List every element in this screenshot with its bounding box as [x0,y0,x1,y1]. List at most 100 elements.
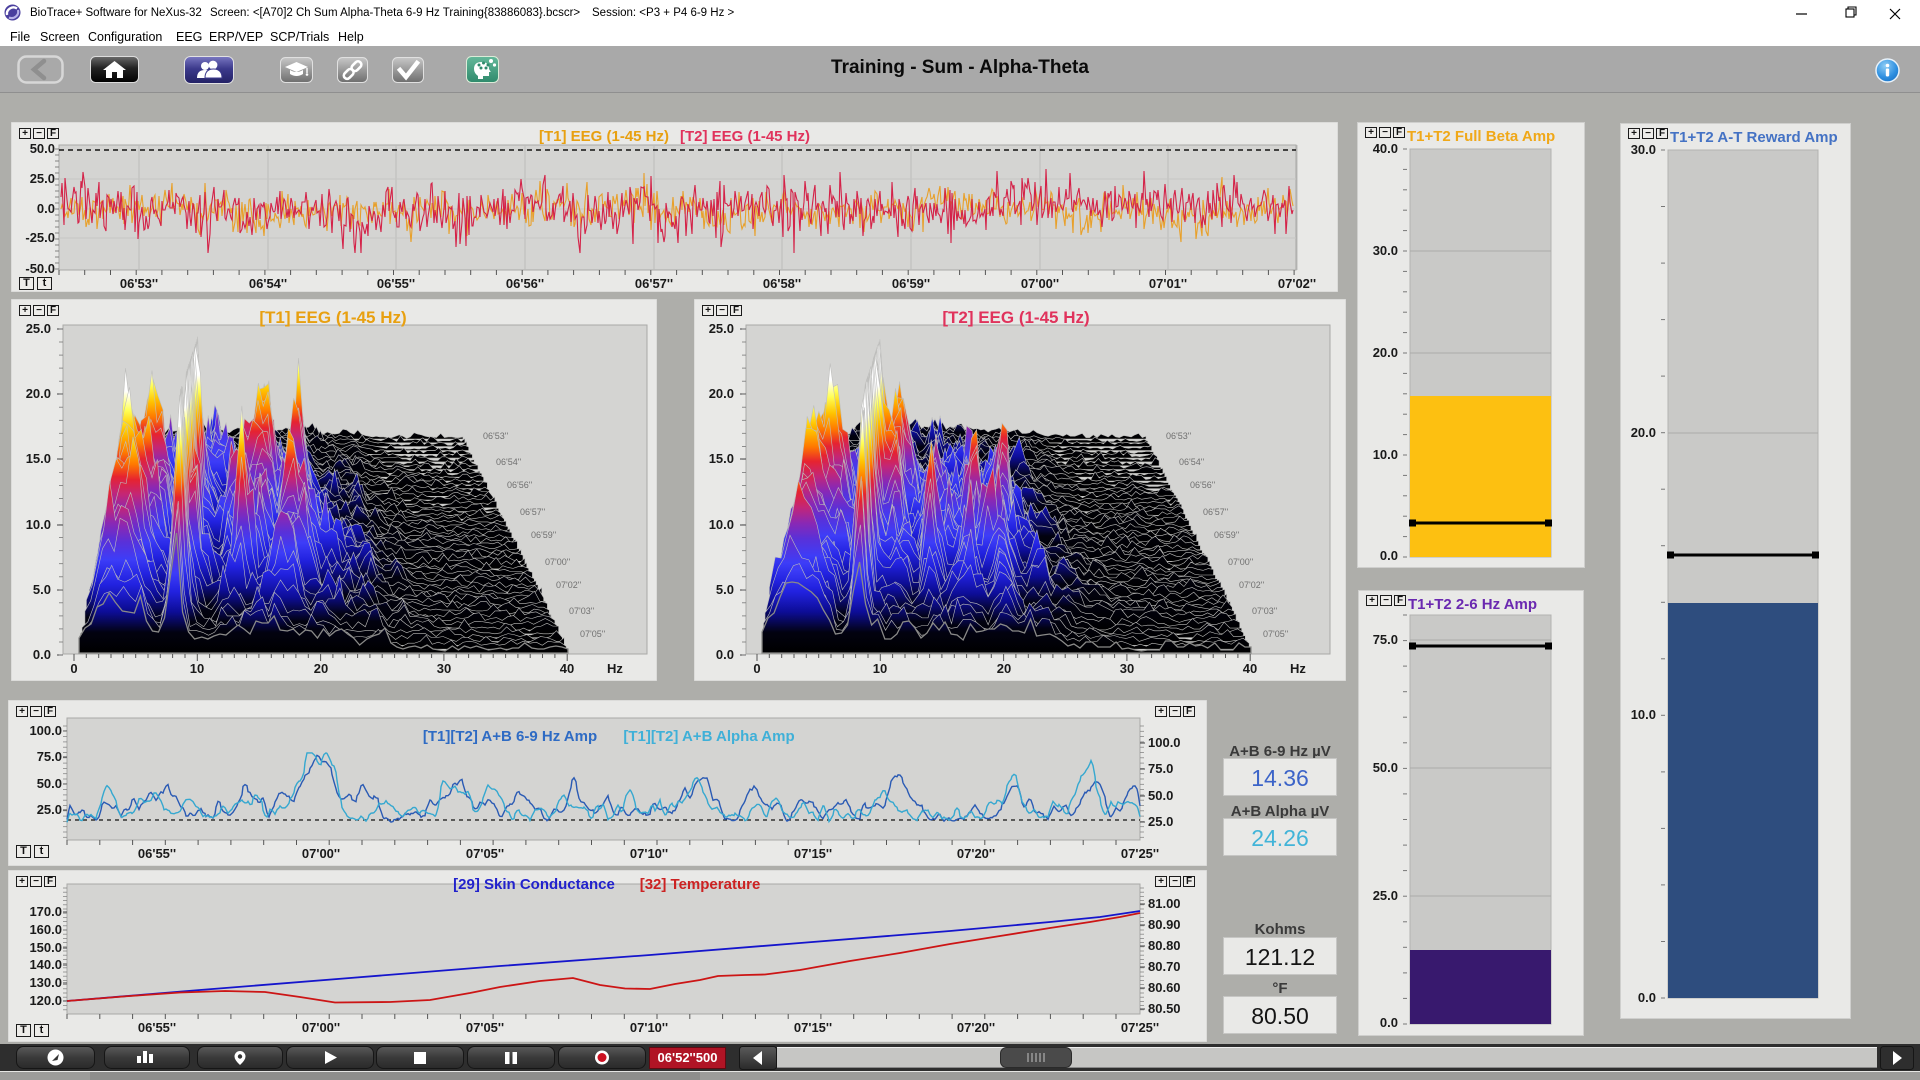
svg-text:Hz: Hz [607,661,623,676]
svg-text:06'59'': 06'59'' [892,276,930,291]
svg-text:[32] Temperature: [32] Temperature [640,876,761,893]
svg-text:06'55'': 06'55'' [377,276,415,291]
svg-text:06'56'': 06'56'' [507,480,532,490]
svg-text:15.0: 15.0 [26,451,51,466]
svg-text:10.0: 10.0 [1373,447,1398,462]
svg-text:50.0: 50.0 [30,141,55,156]
svg-text:Hz: Hz [1290,661,1306,676]
svg-text:20.0: 20.0 [1631,425,1656,440]
svg-text:07'05'': 07'05'' [1263,629,1288,639]
svg-text:20: 20 [314,661,328,676]
svg-text:170.0: 170.0 [29,904,62,919]
svg-text:20.0: 20.0 [709,386,734,401]
svg-text:07'00'': 07'00'' [1021,276,1059,291]
svg-text:20.0: 20.0 [1373,345,1398,360]
svg-text:30: 30 [1120,661,1134,676]
svg-text:80.70: 80.70 [1148,959,1181,974]
svg-text:130.0: 130.0 [29,975,62,990]
svg-text:15.0: 15.0 [709,451,734,466]
svg-text:07'03'': 07'03'' [569,606,594,616]
svg-text:160.0: 160.0 [29,922,62,937]
svg-text:30: 30 [437,661,451,676]
svg-text:07'00'': 07'00'' [302,1020,340,1035]
svg-text:25.0: 25.0 [1373,888,1398,903]
svg-text:07'02'': 07'02'' [1278,276,1316,291]
svg-text:06'53'': 06'53'' [120,276,158,291]
svg-text:10: 10 [873,661,887,676]
svg-text:100.0: 100.0 [1148,735,1181,750]
svg-text:06'54'': 06'54'' [1179,457,1204,467]
svg-text:0.0: 0.0 [1638,990,1656,1005]
svg-text:07'02'': 07'02'' [556,580,581,590]
svg-text:07'25'': 07'25'' [1121,1020,1159,1035]
svg-text:25.0: 25.0 [26,321,51,336]
svg-text:06'55'': 06'55'' [138,846,176,861]
svg-text:25.0: 25.0 [709,321,734,336]
svg-text:100.0: 100.0 [29,723,62,738]
svg-text:80.90: 80.90 [1148,917,1181,932]
svg-text:07'05'': 07'05'' [580,629,605,639]
svg-text:0.0: 0.0 [1380,1015,1398,1030]
svg-text:[T2] EEG (1-45 Hz): [T2] EEG (1-45 Hz) [942,308,1089,327]
svg-text:0: 0 [753,661,760,676]
svg-text:40.0: 40.0 [1373,141,1398,156]
svg-text:07'15'': 07'15'' [794,1020,832,1035]
svg-text:20: 20 [997,661,1011,676]
svg-text:07'25'': 07'25'' [1121,846,1159,861]
svg-text:0.0: 0.0 [33,647,51,662]
svg-text:07'01'': 07'01'' [1149,276,1187,291]
svg-text:50.0: 50.0 [1373,760,1398,775]
svg-text:07'20'': 07'20'' [957,1020,995,1035]
svg-text:10.0: 10.0 [709,517,734,532]
svg-text:06'57'': 06'57'' [1203,507,1228,517]
svg-text:30.0: 30.0 [1373,243,1398,258]
svg-text:06'54'': 06'54'' [496,457,521,467]
svg-text:80.60: 80.60 [1148,980,1181,995]
svg-text:75.0: 75.0 [1148,761,1173,776]
svg-text:07'00'': 07'00'' [1228,557,1253,567]
svg-text:75.0: 75.0 [1373,632,1398,647]
svg-text:120.0: 120.0 [29,993,62,1008]
svg-text:06'59'': 06'59'' [531,530,556,540]
svg-text:07'10'': 07'10'' [630,1020,668,1035]
svg-text:25.0: 25.0 [30,171,55,186]
svg-text:50.0: 50.0 [37,776,62,791]
svg-text:[T1] EEG (1-45 Hz): [T1] EEG (1-45 Hz) [259,308,406,327]
svg-text:07'05'': 07'05'' [466,846,504,861]
svg-text:5.0: 5.0 [33,582,51,597]
svg-text:06'54'': 06'54'' [249,276,287,291]
svg-text:5.0: 5.0 [716,582,734,597]
svg-text:06'58'': 06'58'' [763,276,801,291]
svg-text:06'56'': 06'56'' [506,276,544,291]
svg-text:50.0: 50.0 [1148,788,1173,803]
svg-text:[T2] EEG (1-45 Hz): [T2] EEG (1-45 Hz) [680,128,810,145]
svg-text:06'53'': 06'53'' [1166,431,1191,441]
svg-text:[29] Skin Conductance: [29] Skin Conductance [453,876,615,893]
svg-text:0.0: 0.0 [1380,548,1398,563]
svg-text:150.0: 150.0 [29,940,62,955]
svg-text:10: 10 [190,661,204,676]
svg-text:25.0: 25.0 [37,802,62,817]
svg-text:07'02'': 07'02'' [1239,580,1264,590]
svg-text:07'05'': 07'05'' [466,1020,504,1035]
svg-text:07'20'': 07'20'' [957,846,995,861]
svg-text:-25.0: -25.0 [25,230,55,245]
svg-text:07'03'': 07'03'' [1252,606,1277,616]
svg-text:06'57'': 06'57'' [635,276,673,291]
svg-text:75.0: 75.0 [37,749,62,764]
svg-text:25.0: 25.0 [1148,814,1173,829]
svg-text:07'10'': 07'10'' [630,846,668,861]
svg-text:140.0: 140.0 [29,957,62,972]
svg-text:06'55'': 06'55'' [138,1020,176,1035]
svg-text:0: 0 [70,661,77,676]
svg-text:80.50: 80.50 [1148,1001,1181,1016]
svg-text:-50.0: -50.0 [25,261,55,276]
svg-text:07'00'': 07'00'' [302,846,340,861]
svg-text:07'15'': 07'15'' [794,846,832,861]
svg-text:06'57'': 06'57'' [520,507,545,517]
svg-text:0.0: 0.0 [716,647,734,662]
svg-text:[T1][T2] A+B 6-9 Hz Amp: [T1][T2] A+B 6-9 Hz Amp [423,728,597,745]
svg-text:06'53'': 06'53'' [483,431,508,441]
svg-text:40: 40 [560,661,574,676]
svg-text:10.0: 10.0 [1631,707,1656,722]
